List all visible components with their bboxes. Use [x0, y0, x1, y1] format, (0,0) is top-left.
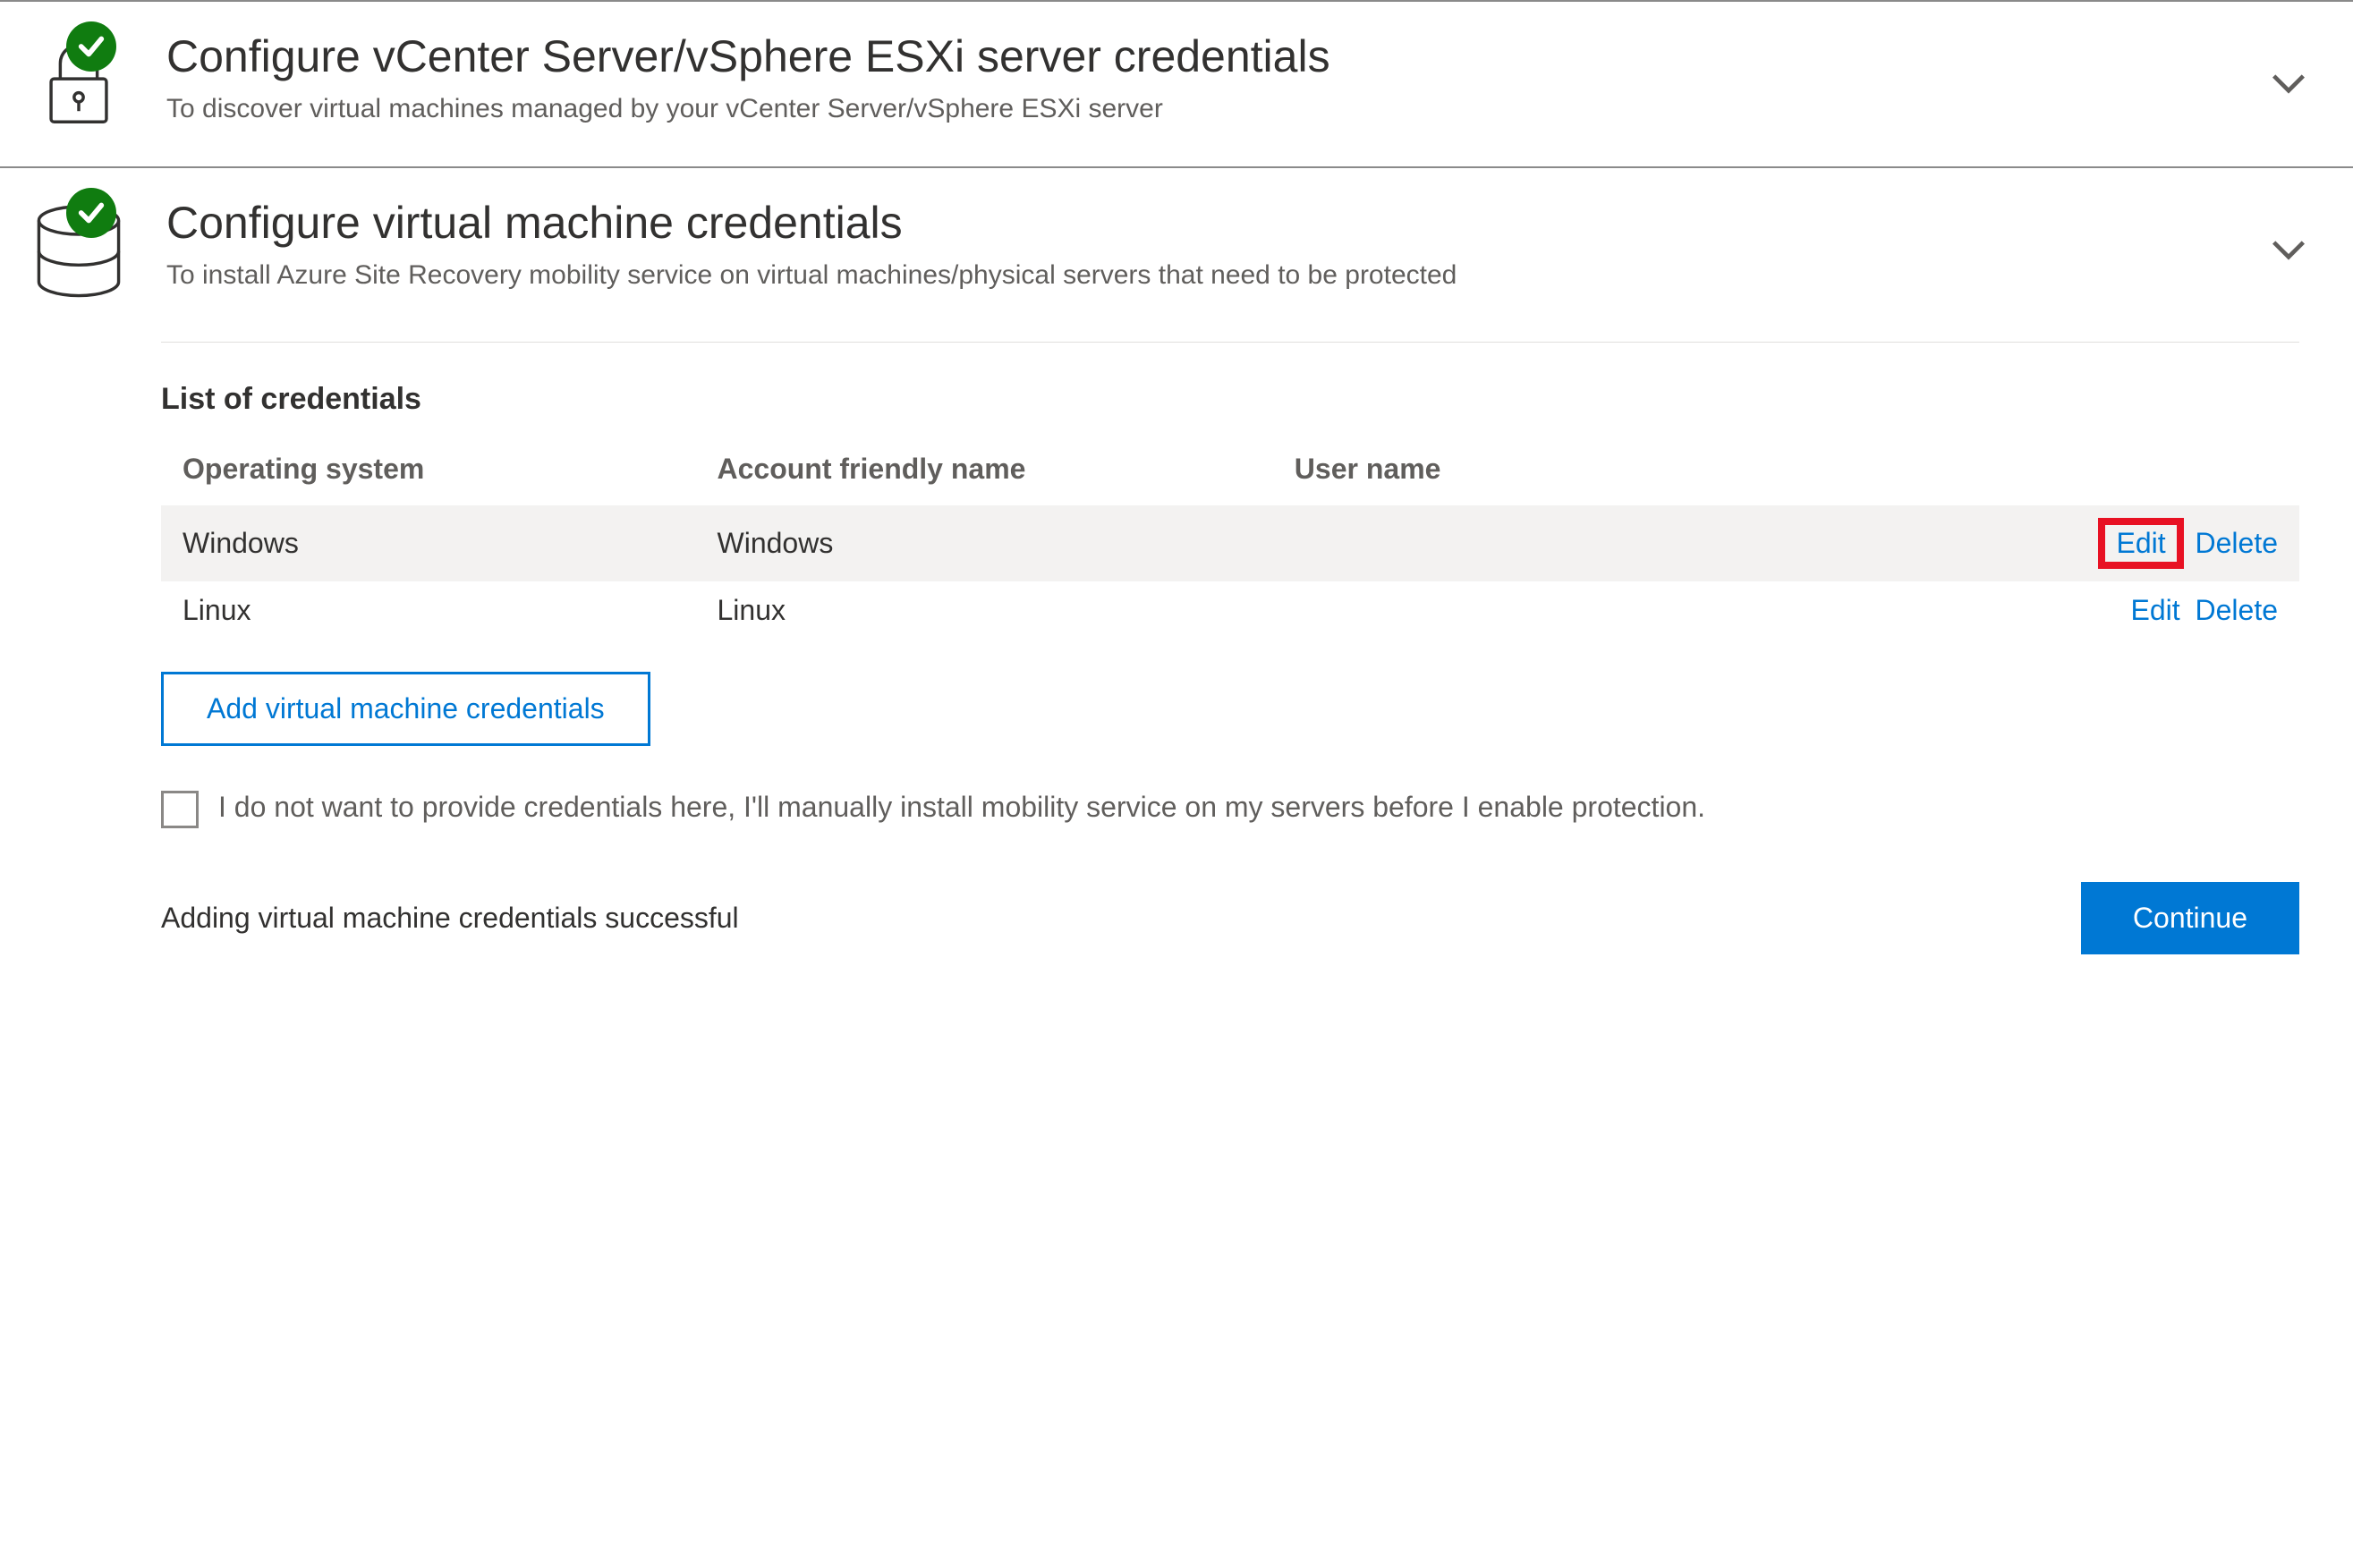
credentials-table: Operating system Account friendly name U… — [161, 440, 2299, 640]
section-vm-credentials[interactable]: Configure virtual machine credentials To… — [0, 166, 2353, 342]
col-os: Operating system — [161, 440, 696, 505]
section-title: Configure virtual machine credentials — [166, 197, 2238, 249]
opt-out-checkbox[interactable] — [161, 791, 199, 828]
continue-button[interactable]: Continue — [2081, 882, 2299, 954]
database-icon — [16, 197, 141, 309]
padlock-icon — [16, 30, 141, 134]
section-desc: To install Azure Site Recovery mobility … — [166, 258, 1866, 294]
col-friendly: Account friendly name — [696, 440, 1273, 505]
section-vcenter-credentials[interactable]: Configure vCenter Server/vSphere ESXi se… — [0, 0, 2353, 166]
credentials-list-header: List of credentials — [161, 382, 2299, 417]
edit-button[interactable]: Edit — [2130, 594, 2179, 626]
delete-button[interactable]: Delete — [2196, 527, 2279, 559]
opt-out-text: I do not want to provide credentials her… — [218, 787, 1705, 827]
table-row: Windows Windows Edit Delete — [161, 505, 2299, 581]
check-badge-icon — [66, 21, 116, 72]
chevron-down-icon[interactable] — [2264, 224, 2326, 280]
chevron-down-icon[interactable] — [2264, 57, 2326, 114]
opt-out-row: I do not want to provide credentials her… — [161, 787, 1950, 828]
table-row: Linux Linux Edit Delete — [161, 581, 2299, 640]
vm-credentials-content: List of credentials Operating system Acc… — [161, 342, 2299, 990]
col-user: User name — [1273, 440, 1872, 505]
edit-button[interactable]: Edit — [2098, 518, 2183, 569]
section-desc: To discover virtual machines managed by … — [166, 91, 1866, 128]
delete-button[interactable]: Delete — [2196, 594, 2279, 626]
section-title: Configure vCenter Server/vSphere ESXi se… — [166, 30, 2238, 82]
status-message: Adding virtual machine credentials succe… — [161, 902, 739, 935]
add-vm-credentials-button[interactable]: Add virtual machine credentials — [161, 672, 650, 746]
check-badge-icon — [66, 188, 116, 238]
